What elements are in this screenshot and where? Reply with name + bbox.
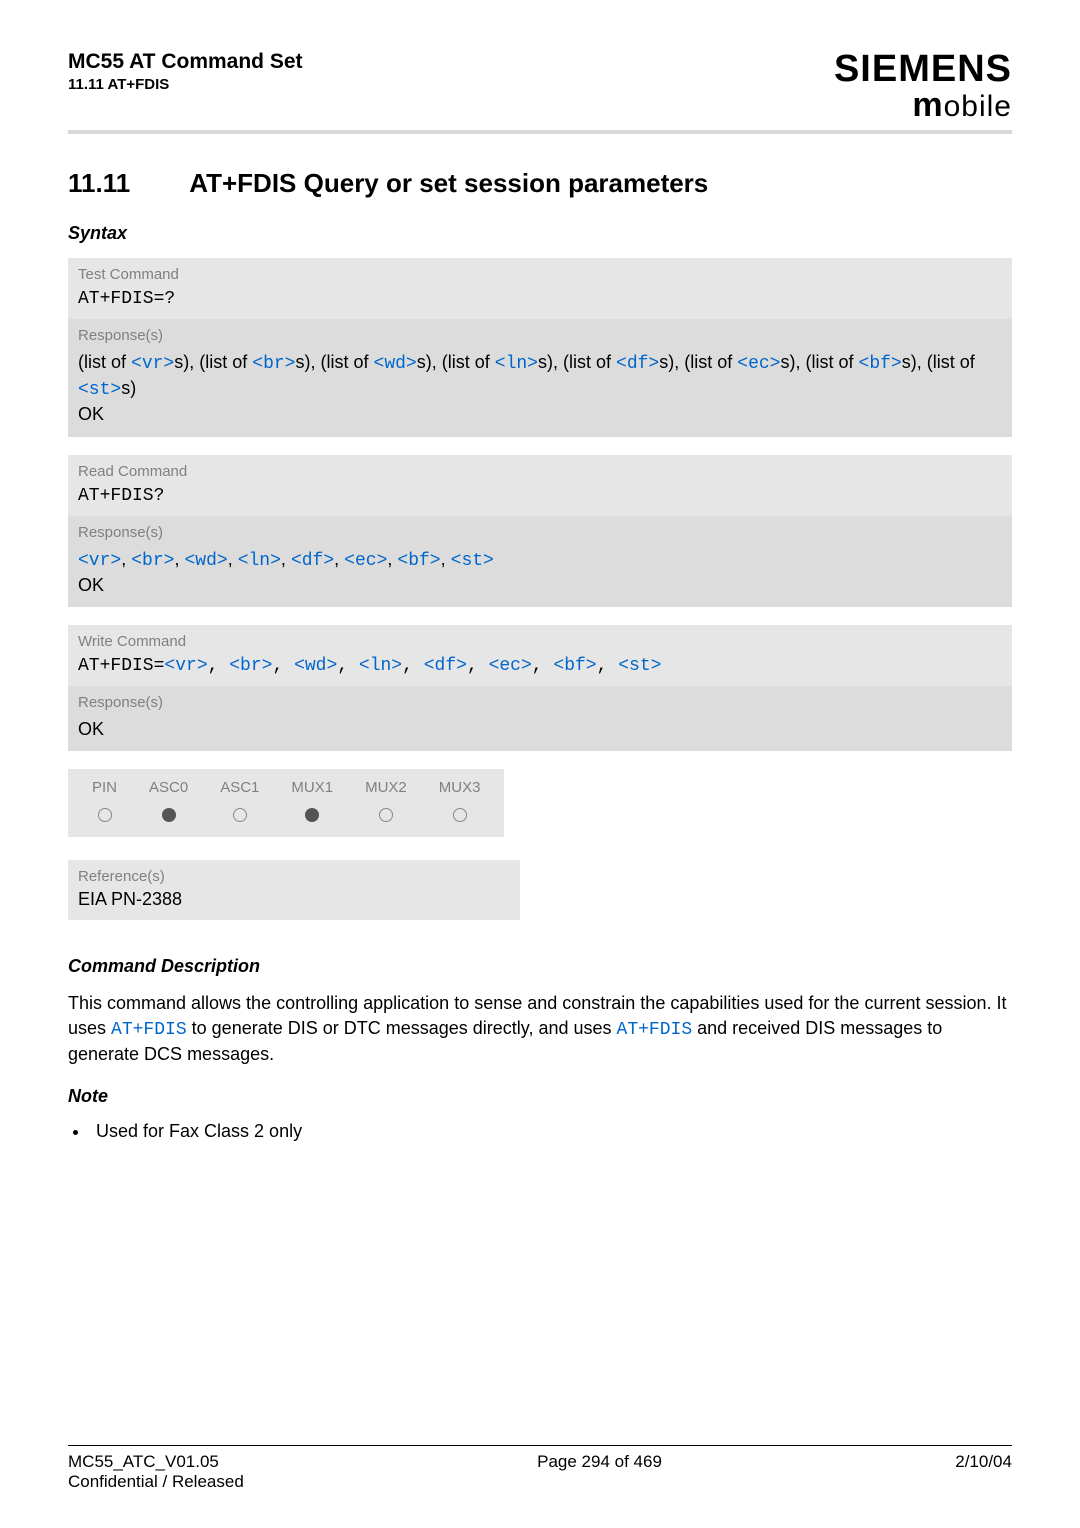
support-header: PIN [76,775,133,800]
note-list: Used for Fax Class 2 only [68,1121,1012,1142]
atfdis-link-2[interactable]: AT+FDIS [617,1020,693,1040]
read-command-label: Read Command [68,455,1012,484]
param-ln[interactable]: <ln> [359,656,402,676]
support-header: MUX2 [349,775,423,800]
param-wd[interactable]: <wd> [294,656,337,676]
support-header: MUX1 [275,775,349,800]
param-st[interactable]: <st> [78,380,121,400]
footer-left: MC55_ATC_V01.05 Confidential / Released [68,1452,244,1492]
page-footer: MC55_ATC_V01.05 Confidential / Released … [68,1445,1012,1492]
section-title: 11.11 AT+FDIS Query or set session param… [68,168,1012,199]
header-left: MC55 AT Command Set 11.11 AT+FDIS [68,50,303,93]
support-cell [349,800,423,829]
param-ec[interactable]: <ec> [489,656,532,676]
filled-circle-icon [305,808,319,822]
atfdis-link-1[interactable]: AT+FDIS [111,1020,187,1040]
test-response-body: (list of <vr>s), (list of <br>s), (list … [68,348,1012,437]
param-bf[interactable]: <bf> [397,551,440,571]
footer-center: Page 294 of 469 [537,1452,662,1492]
write-response-label: Response(s) [68,686,1012,715]
reference-text: EIA PN-2388 [68,887,520,920]
header-section-ref: 11.11 AT+FDIS [68,76,303,93]
param-ec[interactable]: <ec> [737,354,780,374]
command-description-heading: Command Description [68,956,1012,977]
param-df[interactable]: <df> [291,551,334,571]
support-cell [275,800,349,829]
test-command-label: Test Command [68,258,1012,287]
footer-right: 2/10/04 [955,1452,1012,1492]
siemens-mobile-logo: mobile [834,88,1012,124]
param-vr[interactable]: <vr> [131,354,174,374]
param-br[interactable]: <br> [252,354,295,374]
param-wd[interactable]: <wd> [184,551,227,571]
write-response-body: OK [68,715,1012,751]
header-right: SIEMENS mobile [834,50,1012,124]
write-command-label: Write Command [68,625,1012,654]
test-response-ok: OK [78,404,104,424]
support-cell [76,800,133,829]
support-cell [133,800,204,829]
param-ec[interactable]: <ec> [344,551,387,571]
param-st[interactable]: <st> [618,656,661,676]
note-item: Used for Fax Class 2 only [90,1121,1012,1142]
support-cell [423,800,497,829]
param-df[interactable]: <df> [424,656,467,676]
write-command-block: Write Command AT+FDIS=<vr>, <br>, <wd>, … [68,625,1012,751]
param-vr[interactable]: <vr> [164,656,207,676]
reference-box: Reference(s) EIA PN-2388 [68,860,520,920]
open-circle-icon [453,808,467,822]
section-number: 11.11 [68,168,183,199]
doc-title: MC55 AT Command Set [68,50,303,74]
open-circle-icon [233,808,247,822]
read-command-block: Read Command AT+FDIS? Response(s) <vr>, … [68,455,1012,608]
support-cell [204,800,275,829]
read-response-body: <vr>, <br>, <wd>, <ln>, <df>, <ec>, <bf>… [68,545,1012,608]
param-df[interactable]: <df> [616,354,659,374]
param-ln[interactable]: <ln> [495,354,538,374]
open-circle-icon [98,808,112,822]
support-header: ASC1 [204,775,275,800]
open-circle-icon [379,808,393,822]
param-ln[interactable]: <ln> [238,551,281,571]
write-command-code: AT+FDIS=<vr>, <br>, <wd>, <ln>, <df>, <e… [68,654,1012,686]
param-wd[interactable]: <wd> [374,354,417,374]
syntax-heading: Syntax [68,223,1012,244]
write-response-ok: OK [78,719,104,739]
param-st[interactable]: <st> [451,551,494,571]
read-response-label: Response(s) [68,516,1012,545]
param-br[interactable]: <br> [131,551,174,571]
command-description-text: This command allows the controlling appl… [68,991,1012,1066]
test-response-label: Response(s) [68,319,1012,348]
siemens-logo: SIEMENS [834,50,1012,88]
support-table: PINASC0ASC1MUX1MUX2MUX3 [68,769,504,837]
note-heading: Note [68,1086,1012,1107]
test-command-code: AT+FDIS=? [68,287,1012,319]
param-vr[interactable]: <vr> [78,551,121,571]
filled-circle-icon [162,808,176,822]
read-command-code: AT+FDIS? [68,484,1012,516]
support-header: ASC0 [133,775,204,800]
section-heading-text: AT+FDIS Query or set session parameters [189,168,708,198]
test-command-block: Test Command AT+FDIS=? Response(s) (list… [68,258,1012,437]
page-header: MC55 AT Command Set 11.11 AT+FDIS SIEMEN… [68,50,1012,134]
read-response-ok: OK [78,575,104,595]
param-bf[interactable]: <bf> [859,354,902,374]
support-header: MUX3 [423,775,497,800]
reference-label: Reference(s) [68,860,520,887]
param-bf[interactable]: <bf> [553,656,596,676]
param-br[interactable]: <br> [229,656,272,676]
